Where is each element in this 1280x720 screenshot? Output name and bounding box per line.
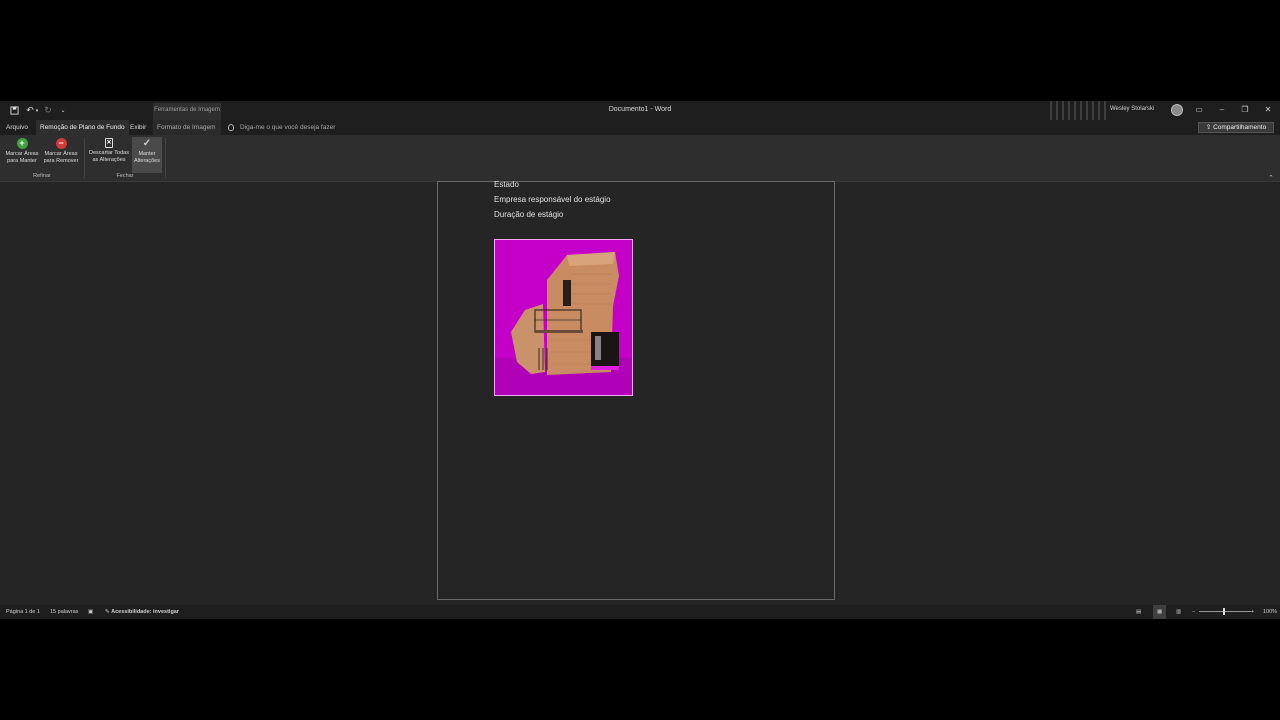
word-count[interactable]: 15 palavras	[50, 605, 78, 619]
tell-me-search[interactable]: Diga-me o que você deseja fazer	[228, 120, 335, 135]
word-window: ↶ ▾ ↻ ⌄ Ferramentas de Imagem Documento1…	[0, 101, 1280, 619]
lightbulb-icon	[228, 123, 234, 131]
keep-label-2: Alterações	[134, 158, 160, 164]
tab-formato-imagem[interactable]: Formato de Imagem	[153, 120, 221, 135]
tab-remocao-plano-fundo[interactable]: Remoção de Plano de Fundo	[36, 120, 129, 135]
share-button[interactable]: ⇪ Compartilhamento	[1198, 122, 1274, 133]
zoom-out-icon[interactable]: −	[1192, 605, 1195, 619]
document-area[interactable]: Estado Empresa responsável do estágio Du…	[0, 180, 1280, 605]
group-fechar-label: Fechar	[116, 173, 134, 179]
save-icon[interactable]	[8, 104, 20, 117]
ribbon-display-icon[interactable]: ▭	[1192, 104, 1206, 116]
checkmark-icon: ✓	[142, 138, 152, 149]
zoom-in-icon[interactable]: +	[1251, 605, 1254, 619]
tab-arquivo[interactable]: Arquivo	[2, 120, 32, 135]
mark-keep-label-2: para Manter	[7, 158, 37, 164]
doc-line-empresa[interactable]: Empresa responsável do estágio	[494, 195, 611, 204]
doc-line-duracao[interactable]: Duração de estágio	[494, 210, 563, 219]
user-name[interactable]: Wesley Stolarski	[1110, 106, 1154, 112]
document-page[interactable]: Estado Empresa responsável do estágio Du…	[437, 180, 835, 600]
window-title: Documento1 - Word	[608, 106, 672, 113]
plus-icon: +	[16, 138, 28, 149]
undo-dropdown-icon[interactable]: ▾	[34, 104, 40, 117]
mark-remove-label-1: Marcar Áreas	[44, 151, 78, 157]
proofing-icon[interactable]: ▣	[88, 605, 93, 619]
doc-line-estado[interactable]: Estado	[494, 180, 519, 189]
print-layout-icon[interactable]: ▦	[1153, 605, 1167, 619]
ribbon-tabs: Arquivo Remoção de Plano de Fundo Exibir…	[0, 120, 1280, 135]
customize-icon[interactable]: ⌄	[58, 104, 68, 117]
share-icon: ⇪	[1205, 124, 1212, 131]
accessibility-icon: ✎	[105, 609, 110, 615]
decorative-stripes	[1050, 101, 1110, 120]
minus-icon: −	[55, 138, 67, 149]
mark-keep-label-1: Marcar Áreas	[5, 151, 39, 157]
tab-exibir[interactable]: Exibir	[126, 120, 150, 135]
discard-changes-button[interactable]: ✕ Descartar Todas as Alterações	[88, 137, 130, 173]
zoom-slider-thumb[interactable]	[1223, 608, 1225, 615]
accessibility-status[interactable]: ✎ Acessibilidade: investigar	[105, 605, 179, 619]
collapse-ribbon-icon[interactable]: ⌃	[1268, 174, 1274, 182]
share-label: Compartilhamento	[1213, 124, 1267, 131]
discard-label-1: Descartar Todas	[89, 150, 129, 156]
read-mode-icon[interactable]: ▤	[1136, 605, 1141, 619]
minimize-icon[interactable]: –	[1215, 104, 1229, 116]
restore-icon[interactable]: ❐	[1238, 104, 1252, 116]
close-icon[interactable]: ✕	[1261, 104, 1275, 116]
building-image-background-removal[interactable]	[494, 239, 633, 396]
zoom-slider[interactable]	[1199, 611, 1251, 612]
accessibility-label: Acessibilidade: investigar	[111, 609, 179, 615]
title-bar: ↶ ▾ ↻ ⌄ Ferramentas de Imagem Documento1…	[0, 101, 1280, 120]
avatar[interactable]	[1171, 104, 1183, 116]
web-layout-icon[interactable]: ▥	[1176, 605, 1181, 619]
discard-label-2: as Alterações	[92, 157, 126, 163]
mark-remove-button[interactable]: − Marcar Áreas para Remover	[41, 137, 81, 173]
keep-changes-button[interactable]: ✓ Manter Alterações	[132, 137, 162, 173]
page-count[interactable]: Página 1 de 1	[6, 605, 40, 619]
mark-remove-label-2: para Remover	[43, 158, 79, 164]
keep-label-1: Manter	[138, 151, 156, 157]
ribbon: + Marcar Áreas para Manter − Marcar Área…	[0, 135, 1280, 182]
status-bar: Página 1 de 1 15 palavras ▣ ✎ Acessibili…	[0, 605, 1280, 619]
context-group-label: Ferramentas de Imagem	[153, 103, 221, 120]
group-refinar-label: Refinar	[33, 173, 51, 179]
redo-icon[interactable]: ↻	[42, 104, 54, 117]
trash-icon: ✕	[105, 138, 113, 148]
ribbon-separator	[84, 138, 85, 178]
ribbon-separator	[165, 138, 166, 178]
mark-keep-button[interactable]: + Marcar Áreas para Manter	[3, 137, 41, 173]
tell-me-text: Diga-me o que você deseja fazer	[240, 124, 336, 131]
zoom-level[interactable]: 100%	[1263, 605, 1277, 619]
